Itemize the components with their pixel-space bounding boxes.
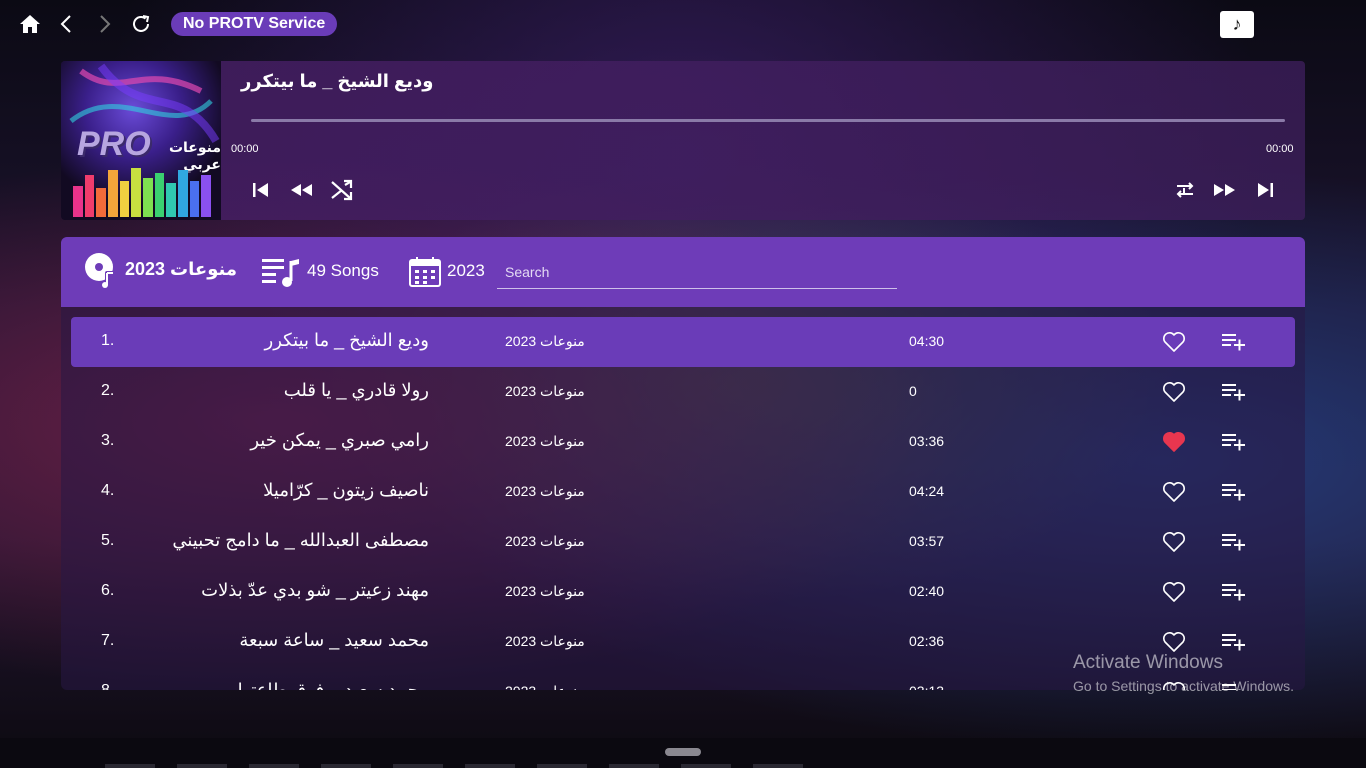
album-year: 2023 xyxy=(447,261,485,280)
top-bar: No PROTV Service ♪ xyxy=(0,0,1366,48)
activate-windows-watermark: Activate Windows Go to Settings to activ… xyxy=(1073,652,1294,694)
fast-forward-icon[interactable] xyxy=(1212,177,1238,203)
songs-count: 49 Songs xyxy=(307,261,379,280)
tab-indicator[interactable] xyxy=(321,764,371,768)
favorite-heart-icon[interactable] xyxy=(1161,529,1187,555)
song-title: رامي صبري _ يمكن خير xyxy=(250,430,429,450)
playlist-icon xyxy=(261,255,301,289)
song-number: 3. xyxy=(101,432,115,449)
tab-indicator[interactable] xyxy=(465,764,515,768)
album-cover: PRO منوعات عربي xyxy=(61,61,221,220)
refresh-icon[interactable] xyxy=(129,12,153,36)
time-elapsed: 00:00 xyxy=(231,143,259,155)
song-duration: 03:36 xyxy=(909,433,945,449)
favorite-heart-icon[interactable] xyxy=(1161,479,1187,505)
song-number: 1. xyxy=(101,332,115,349)
song-title: محمد سعيد _ ساعة سبعة xyxy=(239,630,429,650)
repeat-one-icon[interactable] xyxy=(1172,177,1198,203)
song-row[interactable]: 1. وديع الشيخ _ ما بيتكرر منوعات 2023 04:30 xyxy=(71,317,1295,367)
favorite-heart-icon[interactable] xyxy=(1161,429,1187,455)
calendar-icon xyxy=(408,255,442,289)
add-to-queue-icon[interactable] xyxy=(1221,479,1247,505)
song-row[interactable]: 3. رامي صبري _ يمكن خير منوعات 2023 03:36 xyxy=(71,417,1295,467)
song-album: منوعات 2023 xyxy=(505,583,585,599)
song-album: منوعات 2023 xyxy=(505,533,585,549)
tab-indicator[interactable] xyxy=(537,764,587,768)
song-duration: 0 xyxy=(909,383,917,399)
music-note-icon[interactable]: ♪ xyxy=(1220,11,1254,38)
shuffle-icon[interactable] xyxy=(328,177,354,203)
song-row[interactable]: 4. ناصيف زيتون _ كرّاميلا منوعات 2023 04:24 xyxy=(71,467,1295,517)
song-duration: 03:13 xyxy=(909,683,944,690)
album-title: منوعات 2023 xyxy=(125,259,237,279)
tab-indicator[interactable] xyxy=(393,764,443,768)
bottom-tabs xyxy=(105,764,803,768)
song-title: مصطفى العبدالله _ ما دامج تحبيني xyxy=(172,530,429,550)
search-input[interactable] xyxy=(497,255,897,289)
favorite-heart-icon[interactable] xyxy=(1161,379,1187,405)
favorite-heart-icon[interactable] xyxy=(1161,579,1187,605)
song-duration: 04:30 xyxy=(909,333,945,349)
song-title: وديع الشيخ _ ما بيتكرر xyxy=(264,330,429,350)
song-row[interactable]: 6. مهند زعيتر _ شو بدي عدّ بذلات منوعات 20… xyxy=(71,567,1295,617)
song-album: منوعات 2023 xyxy=(505,683,585,690)
song-number: 4. xyxy=(101,482,115,499)
forward-icon[interactable] xyxy=(92,12,116,36)
song-album: منوعات 2023 xyxy=(505,333,585,349)
tab-indicator[interactable] xyxy=(177,764,227,768)
home-icon[interactable] xyxy=(18,12,42,36)
song-number: 7. xyxy=(101,632,115,649)
tab-indicator[interactable] xyxy=(105,764,155,768)
watermark-line2: Go to Settings to activate Windows. xyxy=(1073,678,1294,694)
tab-indicator[interactable] xyxy=(753,764,803,768)
song-album: منوعات 2023 xyxy=(505,433,585,449)
skip-next-icon[interactable] xyxy=(1252,177,1278,203)
song-duration: 04:24 xyxy=(909,483,945,499)
song-duration: 02:36 xyxy=(909,633,945,649)
song-number: 2. xyxy=(101,382,115,399)
song-title: مهند زعيتر _ شو بدي عدّ بذلات xyxy=(201,580,429,600)
song-row[interactable]: 2. رولا قادري _ يا قلب منوعات 2023 0 xyxy=(71,367,1295,417)
song-number: 5. xyxy=(101,532,115,549)
add-to-queue-icon[interactable] xyxy=(1221,379,1247,405)
skip-previous-icon[interactable] xyxy=(248,177,274,203)
music-disc-icon xyxy=(83,251,119,291)
progress-bar[interactable] xyxy=(251,119,1285,122)
watermark-line1: Activate Windows xyxy=(1073,652,1223,673)
add-to-queue-icon[interactable] xyxy=(1221,429,1247,455)
song-number: 6. xyxy=(101,582,115,599)
tab-indicator[interactable] xyxy=(249,764,299,768)
playlist-header: منوعات 2023 49 Songs 2023 xyxy=(61,237,1305,307)
song-list: 1. وديع الشيخ _ ما بيتكرر منوعات 2023 04:30… xyxy=(71,317,1295,690)
song-title: محمد سعيد _ فوق طاعتها xyxy=(237,680,429,690)
tab-indicator[interactable] xyxy=(609,764,659,768)
service-badge[interactable]: No PROTV Service xyxy=(171,12,338,36)
song-duration: 03:57 xyxy=(909,533,945,549)
add-to-queue-icon[interactable] xyxy=(1221,579,1247,605)
song-title: ناصيف زيتون _ كرّاميلا xyxy=(263,480,429,500)
song-album: منوعات 2023 xyxy=(505,633,585,649)
song-duration: 02:40 xyxy=(909,583,945,599)
song-number: 8. xyxy=(101,682,114,690)
back-icon[interactable] xyxy=(55,12,79,36)
song-row[interactable]: 5. مصطفى العبدالله _ ما دامج تحبيني منوعات… xyxy=(71,517,1295,567)
equalizer-graphic xyxy=(73,165,212,217)
add-to-queue-icon[interactable] xyxy=(1221,529,1247,555)
tab-indicator[interactable] xyxy=(681,764,731,768)
drag-handle[interactable] xyxy=(665,748,701,756)
rewind-icon[interactable] xyxy=(288,177,314,203)
add-to-queue-icon[interactable] xyxy=(1221,329,1247,355)
now-playing-panel: PRO منوعات عربي وديع الشيخ _ ما بيتكرر 0… xyxy=(61,61,1305,220)
favorite-heart-icon[interactable] xyxy=(1161,329,1187,355)
time-total: 00:00 xyxy=(1266,143,1294,155)
now-playing-title: وديع الشيخ _ ما بيتكرر xyxy=(241,71,434,91)
song-album: منوعات 2023 xyxy=(505,483,585,499)
song-title: رولا قادري _ يا قلب xyxy=(283,380,429,400)
playlist-panel: منوعات 2023 49 Songs 2023 1. وديع الشيخ _… xyxy=(61,237,1305,690)
song-album: منوعات 2023 xyxy=(505,383,585,399)
